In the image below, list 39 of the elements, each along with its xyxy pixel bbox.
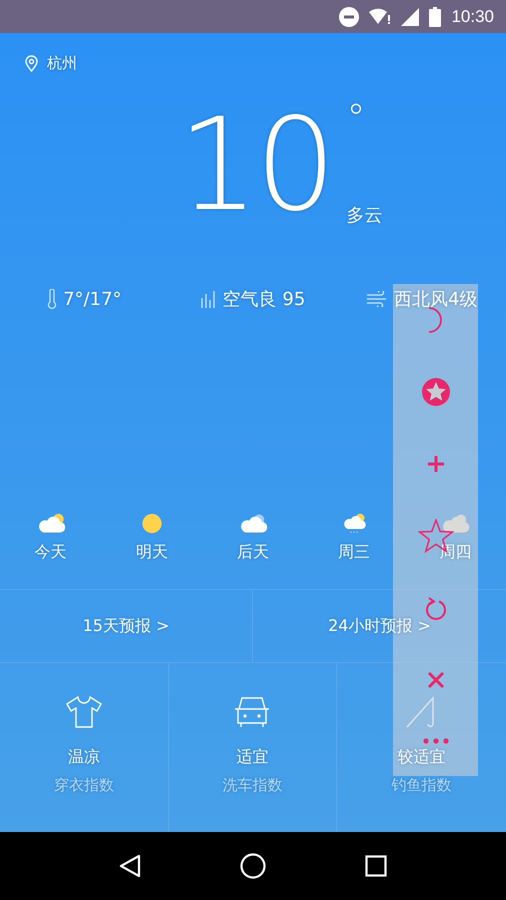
star-badge-icon[interactable] — [420, 377, 450, 407]
home-icon[interactable] — [240, 853, 266, 879]
sun-icon — [140, 513, 164, 534]
forecast-link[interactable]: 24小时预报 > — [328, 590, 431, 662]
forecast-day[interactable]: 今天 — [34, 542, 67, 563]
index-value: 较适宜 — [398, 747, 446, 768]
t-shirt-icon — [64, 695, 103, 729]
recents-icon[interactable] — [364, 855, 387, 877]
index-name: 穿衣指数 — [54, 776, 114, 795]
signal-icon — [401, 8, 420, 26]
forecast-link[interactable]: 15天预报 > — [82, 590, 170, 662]
do-not-disturb-icon — [339, 6, 360, 26]
degree-sign: ° — [346, 103, 366, 133]
wind-icon — [366, 291, 388, 307]
weather-stat: 西北风4级 — [394, 288, 478, 311]
weather-stat: 空气良 95 — [222, 288, 306, 311]
more-icon[interactable] — [422, 738, 448, 744]
forecast-day[interactable]: 周三 — [338, 542, 370, 563]
back-icon[interactable] — [119, 854, 142, 878]
clock: 10:30 — [451, 6, 494, 26]
index-name: 洗车指数 — [222, 776, 282, 795]
forecast-day[interactable]: 后天 — [236, 542, 269, 563]
city-name[interactable]: 杭州 — [47, 54, 77, 72]
index-value: 温凉 — [68, 747, 100, 768]
battery-icon — [429, 6, 442, 26]
bar-chart-icon — [200, 289, 217, 309]
close-icon[interactable] — [426, 671, 444, 689]
location-pin-icon — [25, 54, 38, 72]
index-value: 适宜 — [236, 747, 268, 768]
refresh-icon[interactable] — [424, 596, 446, 620]
forecast-day[interactable]: 明天 — [136, 542, 168, 563]
plus-icon[interactable] — [426, 455, 444, 473]
car-icon — [233, 695, 272, 729]
weather-stat: 7°/17° — [63, 288, 122, 310]
wifi-icon — [369, 8, 392, 26]
index-name: 钓鱼指数 — [392, 776, 452, 795]
weather-condition: 多云 — [346, 204, 382, 227]
temperature: 10 — [178, 101, 332, 231]
thermometer-icon — [47, 289, 58, 309]
